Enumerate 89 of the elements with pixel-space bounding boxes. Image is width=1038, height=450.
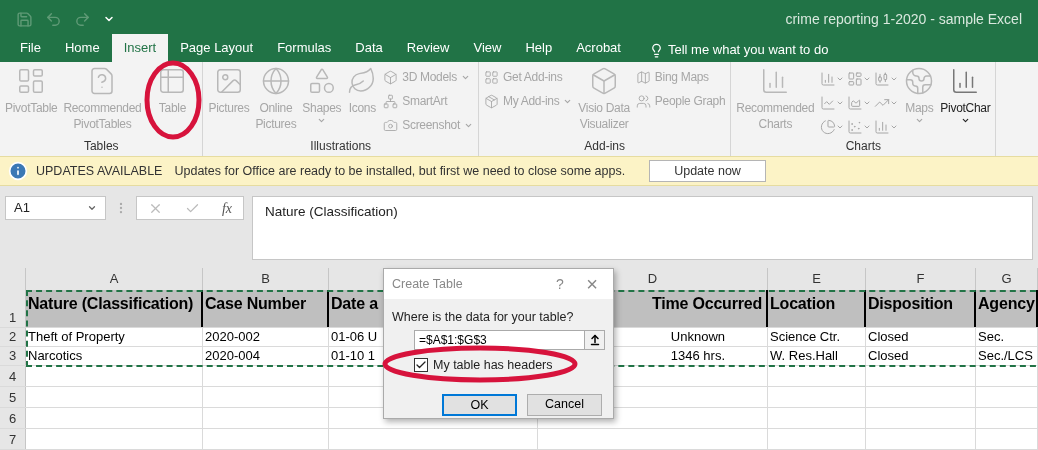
cube-icon <box>383 69 399 85</box>
pie-chart-icon <box>820 119 837 136</box>
table-cell-text: Nature (Classification) <box>28 294 194 314</box>
update-now-button[interactable]: Update now <box>649 160 766 182</box>
scatter-chart-icon <box>847 119 864 136</box>
dialog-prompt: Where is the data for your table? <box>392 309 575 326</box>
table-cell-text: Closed <box>868 347 909 366</box>
table-cell-text: Closed <box>868 328 909 347</box>
caret-icon <box>863 99 872 107</box>
table-cell-text: Date a <box>331 294 378 314</box>
caret-icon <box>914 116 924 125</box>
area-chart-icon <box>847 95 864 111</box>
table-cell-text: 01-10 1 <box>331 347 376 366</box>
bar-chart-icon <box>820 70 837 87</box>
waterfall-chart-icon <box>874 70 891 87</box>
ribbon-button[interactable]: PivotChar <box>938 62 993 138</box>
camera-icon <box>383 117 399 133</box>
map-icon <box>635 69 651 85</box>
ribbon-tab[interactable]: Data <box>343 34 395 62</box>
grid-plus-icon <box>484 69 499 85</box>
group-label: Charts <box>844 138 882 154</box>
headers-checkbox[interactable] <box>414 358 428 373</box>
ribbon-tab[interactable]: Home <box>52 34 112 62</box>
ribbon-tab[interactable]: Page Layout <box>168 34 266 62</box>
redo-icon[interactable] <box>74 10 91 28</box>
tell-me-search[interactable]: Tell me what you want to do <box>648 38 829 62</box>
ribbon-tab[interactable]: Review <box>394 34 462 62</box>
name-box[interactable]: A1 <box>5 196 106 220</box>
table-cell-text: Science Ctr. <box>770 328 841 347</box>
window-title: crime reporting 1-2020 - sample Excel <box>785 9 1022 29</box>
help-button[interactable]: ? <box>545 273 575 295</box>
ribbon-tab[interactable]: Acrobat <box>564 34 633 62</box>
headers-label: My table has headers <box>433 356 553 374</box>
insert-function-button[interactable]: fx <box>221 197 232 219</box>
formula-field[interactable]: Nature (Classification) <box>252 196 1033 260</box>
table-cell-text: Sec. <box>978 328 1004 347</box>
column-header[interactable]: F <box>916 269 925 289</box>
cancel-button[interactable]: Cancel <box>527 393 602 416</box>
ribbon-tab[interactable]: View <box>461 34 514 62</box>
column-chart-icon <box>874 119 891 136</box>
table-cell-text: Agency <box>978 294 1035 314</box>
table-cell-text: Theft of Property <box>28 328 125 347</box>
row-header[interactable]: 1 <box>8 307 17 327</box>
group-label: Illustrations <box>309 138 373 154</box>
undo-icon[interactable] <box>45 10 62 28</box>
group-label: Add-ins <box>583 138 626 154</box>
range-field[interactable]: =$A$1:$G$3 <box>414 329 605 350</box>
caret-icon <box>836 99 845 107</box>
ribbon-tab[interactable]: Help <box>513 34 565 62</box>
ribbon-tab[interactable]: Insert <box>111 34 169 62</box>
notice-message: Updates for Office are ready to be installed, but first we need to close some apps. <box>174 162 626 180</box>
close-button[interactable]: × <box>575 274 609 294</box>
dialog-title: Create Table <box>392 275 464 293</box>
table-cell-text: Case Number <box>205 294 306 314</box>
table-cell-text: W. Res.Hall <box>770 347 838 366</box>
table-cell-text: Disposition <box>868 294 953 314</box>
info-icon <box>8 161 28 181</box>
save-icon[interactable] <box>16 10 33 28</box>
globe-icon <box>904 66 935 96</box>
people-icon <box>635 93 651 109</box>
table-cell-text: 01-06 U <box>331 328 378 347</box>
caret-icon <box>960 116 970 125</box>
table-cell-text: 2020-004 <box>205 347 260 366</box>
table-cell-text: Unknown <box>670 328 725 347</box>
column-header[interactable]: B <box>261 269 270 289</box>
org-chart-icon <box>383 93 399 109</box>
ribbon-tab[interactable]: File <box>8 34 53 62</box>
table-cell-text: Narcotics <box>28 347 83 366</box>
group-label: Tables <box>82 138 120 154</box>
table-cell-text: Sec./LCS <box>978 347 1033 366</box>
collapse-icon[interactable] <box>588 333 601 346</box>
notice-heading: UPDATES AVAILABLE <box>36 162 163 180</box>
package-icon <box>484 93 499 109</box>
caret-icon <box>317 116 327 125</box>
table-cell-text: 2020-002 <box>205 328 260 347</box>
ribbon-tab[interactable]: Formulas <box>265 34 344 62</box>
table-cell-text: Location <box>770 294 836 314</box>
caret-icon <box>87 203 97 213</box>
globe-icon <box>260 66 291 96</box>
table-cell-text: 1346 hrs. <box>670 347 725 366</box>
column-header[interactable]: E <box>812 269 821 289</box>
column-header[interactable]: D <box>647 269 658 289</box>
table-cell-text: Time Occurred <box>651 294 762 314</box>
column-header[interactable]: A <box>109 269 119 289</box>
caret-icon <box>890 99 899 107</box>
column-header[interactable]: G <box>1001 269 1012 289</box>
line-chart-icon <box>820 95 837 111</box>
ok-button[interactable]: OK <box>442 393 517 416</box>
treemap-icon <box>847 70 864 87</box>
